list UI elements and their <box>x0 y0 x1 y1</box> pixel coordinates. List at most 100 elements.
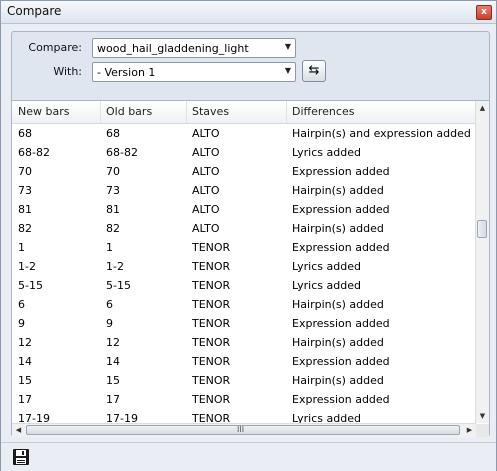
cell-new-bars: 5-15 <box>18 279 43 292</box>
differences-table: New bars Old bars Staves Differences 68 6… <box>12 100 489 437</box>
column-divider[interactable] <box>186 101 187 123</box>
vertical-scroll-thumb[interactable] <box>477 220 487 238</box>
cell-old-bars: 9 <box>106 317 113 330</box>
cell-staves: ALTO <box>192 146 220 159</box>
compare-select-value: wood_hail_gladdening_light <box>97 42 249 55</box>
swap-arrows-icon: ⇆ <box>308 63 320 78</box>
cell-old-bars: 70 <box>106 165 120 178</box>
cell-differences: Lyrics added <box>292 260 361 273</box>
cell-staves: TENOR <box>192 393 231 406</box>
cell-new-bars: 1 <box>18 241 25 254</box>
cell-old-bars: 12 <box>106 336 120 349</box>
cell-differences: Hairpin(s) added <box>292 374 384 387</box>
cell-new-bars: 68-82 <box>18 146 50 159</box>
table-row[interactable]: 12 12 TENOR Hairpin(s) added <box>12 333 476 352</box>
column-header-differences[interactable]: Differences <box>292 105 354 118</box>
column-header-new-bars[interactable]: New bars <box>18 105 69 118</box>
table-row[interactable]: 5-15 5-15 TENOR Lyrics added <box>12 276 476 295</box>
table-row[interactable]: 68 68 ALTO Hairpin(s) and expression added <box>12 124 476 143</box>
column-divider[interactable] <box>286 101 287 123</box>
table-row[interactable]: 15 15 TENOR Hairpin(s) added <box>12 371 476 390</box>
save-button[interactable] <box>11 447 31 467</box>
table-row[interactable]: 17 17 TENOR Expression added <box>12 390 476 409</box>
cell-new-bars: 9 <box>18 317 25 330</box>
cell-differences: Hairpin(s) and expression added <box>292 127 471 140</box>
cell-differences: Expression added <box>292 393 390 406</box>
scroll-grip: III <box>237 425 245 434</box>
cell-staves: TENOR <box>192 317 231 330</box>
cell-new-bars: 17 <box>18 393 32 406</box>
cell-new-bars: 82 <box>18 222 32 235</box>
cell-new-bars: 6 <box>18 298 25 311</box>
cell-differences: Lyrics added <box>292 279 361 292</box>
cell-differences: Expression added <box>292 203 390 216</box>
cell-staves: ALTO <box>192 203 220 216</box>
cell-old-bars: 1-2 <box>106 260 124 273</box>
horizontal-scroll-thumb[interactable]: III <box>26 425 460 435</box>
cell-staves: ALTO <box>192 165 220 178</box>
cell-new-bars: 68 <box>18 127 32 140</box>
table-row[interactable]: 73 73 ALTO Hairpin(s) added <box>12 181 476 200</box>
chevron-down-icon: ▼ <box>284 42 291 51</box>
cell-old-bars: 82 <box>106 222 120 235</box>
column-header-staves[interactable]: Staves <box>192 105 229 118</box>
cell-old-bars: 5-15 <box>106 279 131 292</box>
with-label: With: <box>53 65 82 78</box>
column-divider[interactable] <box>100 101 101 123</box>
table-row[interactable]: 81 81 ALTO Expression added <box>12 200 476 219</box>
cell-old-bars: 15 <box>106 374 120 387</box>
close-button[interactable]: x <box>476 5 492 20</box>
table-row[interactable]: 9 9 TENOR Expression added <box>12 314 476 333</box>
with-select[interactable]: - Version 1 ▼ <box>92 62 296 82</box>
cell-new-bars: 15 <box>18 374 32 387</box>
cell-staves: TENOR <box>192 298 231 311</box>
cell-old-bars: 73 <box>106 184 120 197</box>
table-header: New bars Old bars Staves Differences <box>12 101 476 124</box>
scrollbar-corner <box>476 424 489 437</box>
cell-staves: TENOR <box>192 279 231 292</box>
close-icon: x <box>481 7 487 17</box>
column-header-old-bars[interactable]: Old bars <box>106 105 152 118</box>
horizontal-scrollbar[interactable]: ◀ III ▶ <box>12 423 476 437</box>
compare-select[interactable]: wood_hail_gladdening_light ▼ <box>92 38 296 58</box>
cell-differences: Hairpin(s) added <box>292 336 384 349</box>
table-row[interactable]: 14 14 TENOR Expression added <box>12 352 476 371</box>
cell-staves: TENOR <box>192 260 231 273</box>
compare-label: Compare: <box>28 41 82 54</box>
compare-panel: Compare: wood_hail_gladdening_light ▼ Wi… <box>11 31 490 437</box>
cell-old-bars: 14 <box>106 355 120 368</box>
scroll-down-icon[interactable]: ▼ <box>476 409 489 423</box>
table-row[interactable]: 68-82 68-82 ALTO Lyrics added <box>12 143 476 162</box>
scroll-up-icon[interactable]: ▲ <box>476 101 489 115</box>
cell-staves: ALTO <box>192 222 220 235</box>
scroll-left-icon[interactable]: ◀ <box>12 424 25 437</box>
table-row[interactable]: 1-2 1-2 TENOR Lyrics added <box>12 257 476 276</box>
cell-old-bars: 68-82 <box>106 146 138 159</box>
cell-differences: Hairpin(s) added <box>292 298 384 311</box>
cell-staves: TENOR <box>192 241 231 254</box>
cell-new-bars: 81 <box>18 203 32 216</box>
cell-differences: Expression added <box>292 165 390 178</box>
cell-differences: Expression added <box>292 317 390 330</box>
cell-new-bars: 70 <box>18 165 32 178</box>
cell-differences: Lyrics added <box>292 146 361 159</box>
table-row[interactable]: 1 1 TENOR Expression added <box>12 238 476 257</box>
cell-differences: Expression added <box>292 355 390 368</box>
compare-window: Compare x Compare: wood_hail_gladdening_… <box>0 0 497 471</box>
cell-old-bars: 1 <box>106 241 113 254</box>
cell-differences: Hairpin(s) added <box>292 222 384 235</box>
cell-old-bars: 68 <box>106 127 120 140</box>
table-row[interactable]: 70 70 ALTO Expression added <box>12 162 476 181</box>
chevron-down-icon: ▼ <box>284 66 291 75</box>
table-row[interactable]: 6 6 TENOR Hairpin(s) added <box>12 295 476 314</box>
window-title: Compare <box>7 4 62 18</box>
scroll-right-icon[interactable]: ▶ <box>463 424 476 437</box>
cell-new-bars: 14 <box>18 355 32 368</box>
save-disk-icon <box>13 449 29 465</box>
cell-differences: Hairpin(s) added <box>292 184 384 197</box>
cell-old-bars: 81 <box>106 203 120 216</box>
table-row[interactable]: 82 82 ALTO Hairpin(s) added <box>12 219 476 238</box>
cell-old-bars: 6 <box>106 298 113 311</box>
vertical-scrollbar[interactable]: ▲ ▼ <box>475 101 489 423</box>
swap-button[interactable]: ⇆ <box>302 60 326 82</box>
